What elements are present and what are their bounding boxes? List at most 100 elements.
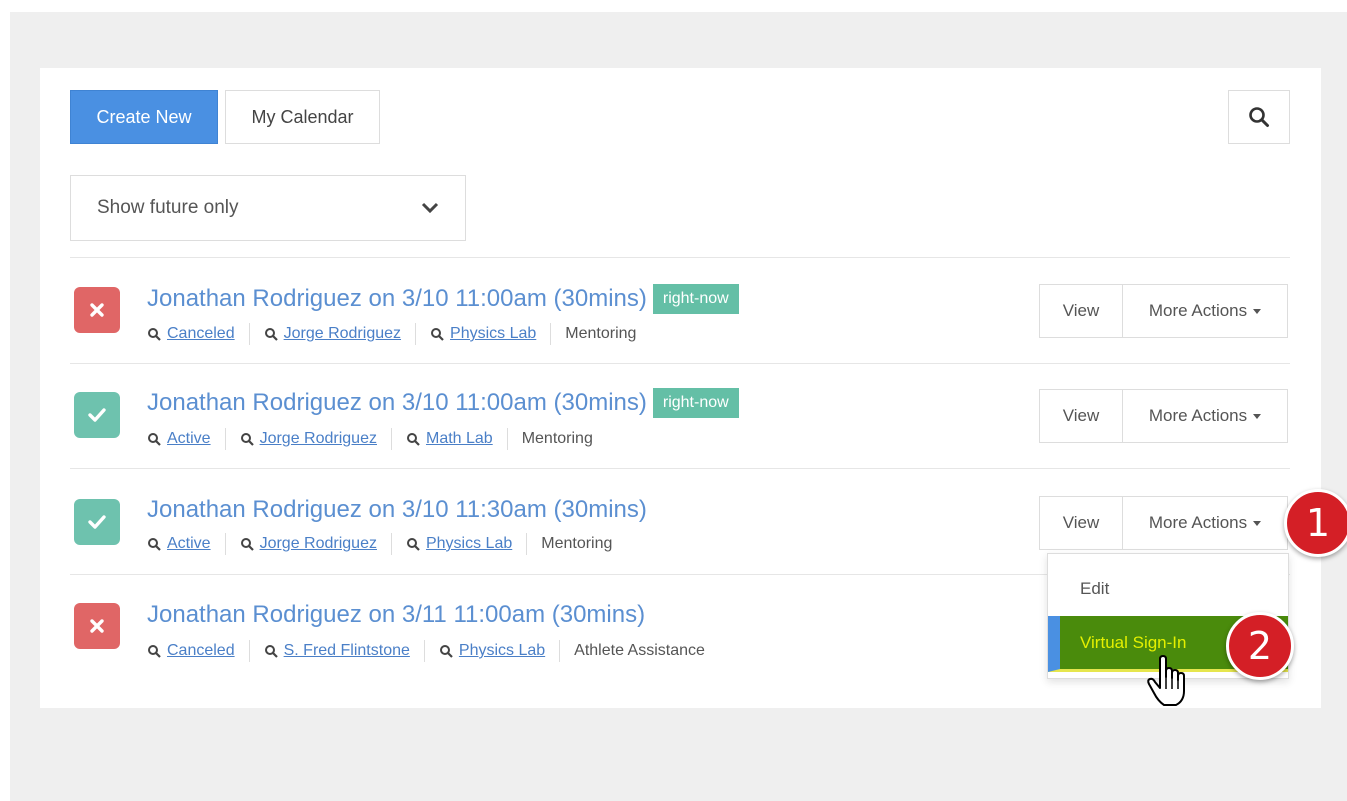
search-icon — [148, 328, 161, 341]
search-icon — [439, 645, 453, 658]
appointment-meta: Canceled Jorge Rodriguez Physics Lab Men… — [147, 323, 636, 345]
search-icon — [148, 433, 161, 446]
status-link[interactable]: Active — [167, 535, 211, 553]
person-filter[interactable]: S. Fred Flintstone — [264, 642, 410, 660]
view-button[interactable]: View — [1039, 284, 1123, 338]
more-actions-button[interactable]: More Actions — [1123, 284, 1288, 338]
separator — [390, 428, 392, 450]
separator — [550, 323, 552, 345]
search-icon — [264, 645, 278, 658]
search-icon — [264, 328, 278, 341]
appointment-title-text[interactable]: Jonathan Rodriguez on 3/10 11:00am (30mi… — [147, 389, 647, 417]
person-link[interactable]: Jorge Rodriguez — [260, 535, 377, 553]
appointment-type: Mentoring — [521, 430, 593, 447]
search-icon — [1249, 107, 1269, 127]
menu-item-edit[interactable]: Edit — [1080, 579, 1109, 599]
search-button[interactable] — [1228, 90, 1290, 144]
status-filter[interactable]: Active — [147, 430, 211, 448]
separator — [390, 533, 392, 555]
right-now-badge: right-now — [652, 284, 739, 314]
appointment-title-text[interactable]: Jonathan Rodriguez on 3/10 11:30am (30mi… — [147, 496, 647, 524]
time-filter-select[interactable]: Show future only — [70, 175, 466, 241]
view-button[interactable]: View — [1039, 389, 1123, 443]
status-filter[interactable]: Active — [147, 535, 211, 553]
location-filter[interactable]: Physics Lab — [439, 642, 545, 660]
more-actions-label: More Actions — [1148, 301, 1248, 320]
location-link[interactable]: Physics Lab — [426, 535, 512, 553]
location-link[interactable]: Math Lab — [426, 430, 493, 448]
caret-down-icon — [1253, 413, 1262, 419]
appointment-title-text[interactable]: Jonathan Rodriguez on 3/10 11:00am (30mi… — [147, 285, 647, 313]
search-icon — [406, 433, 420, 446]
hand-cursor-icon — [1147, 655, 1185, 706]
location-link[interactable]: Physics Lab — [450, 325, 536, 343]
step-callout-2: 2 — [1226, 612, 1294, 680]
separator — [423, 640, 425, 662]
canceled-status-icon — [74, 287, 120, 333]
appointment-type: Athlete Assistance — [574, 642, 705, 659]
person-link[interactable]: S. Fred Flintstone — [284, 642, 410, 660]
status-link[interactable]: Canceled — [167, 642, 235, 660]
active-status-icon — [74, 392, 120, 438]
canceled-status-icon — [74, 603, 120, 649]
location-filter[interactable]: Physics Lab — [406, 535, 512, 553]
caret-down-icon — [1253, 520, 1262, 526]
row-actions: View More Actions — [1039, 389, 1288, 443]
my-calendar-button[interactable]: My Calendar — [225, 90, 380, 144]
person-filter[interactable]: Jorge Rodriguez — [240, 535, 377, 553]
appointment-title[interactable]: Jonathan Rodriguez on 3/11 11:00am (30mi… — [147, 601, 645, 629]
status-link[interactable]: Active — [167, 430, 211, 448]
person-filter[interactable]: Jorge Rodriguez — [240, 430, 377, 448]
more-actions-button[interactable]: More Actions — [1123, 389, 1288, 443]
more-actions-button[interactable]: More Actions — [1123, 496, 1288, 550]
appointment-meta: Active Jorge Rodriguez Math Lab Mentorin… — [147, 428, 593, 450]
status-filter[interactable]: Canceled — [147, 642, 235, 660]
location-filter[interactable]: Physics Lab — [430, 325, 536, 343]
row-actions: View More Actions — [1039, 284, 1288, 338]
step-callout-1: 1 — [1284, 489, 1347, 557]
appointment-meta: Active Jorge Rodriguez Physics Lab Mento… — [147, 533, 612, 555]
x-icon — [90, 303, 104, 317]
location-link[interactable]: Physics Lab — [459, 642, 545, 660]
search-icon — [148, 645, 161, 658]
appointment-type: Mentoring — [565, 325, 637, 342]
appointment-row: Jonathan Rodriguez on 3/10 11:00am (30mi… — [70, 258, 1290, 362]
search-icon — [240, 433, 254, 446]
check-icon — [88, 408, 106, 422]
separator — [248, 640, 250, 662]
appointment-type: Mentoring — [541, 535, 613, 552]
row-actions: View More Actions — [1039, 496, 1288, 550]
x-icon — [90, 619, 104, 633]
separator — [559, 640, 561, 662]
right-now-badge: right-now — [652, 388, 739, 418]
separator — [415, 323, 417, 345]
appointment-meta: Canceled S. Fred Flintstone Physics Lab … — [147, 640, 705, 662]
check-icon — [88, 515, 106, 529]
search-icon — [240, 538, 254, 551]
search-icon — [406, 538, 420, 551]
time-filter-value: Show future only — [97, 197, 239, 218]
search-icon — [148, 538, 161, 551]
appointment-title[interactable]: Jonathan Rodriguez on 3/10 11:30am (30mi… — [147, 496, 647, 524]
create-new-button[interactable]: Create New — [70, 90, 218, 144]
appointment-title[interactable]: Jonathan Rodriguez on 3/10 11:00am (30mi… — [147, 388, 739, 418]
chevron-down-icon — [421, 202, 439, 214]
separator — [526, 533, 528, 555]
more-actions-label: More Actions — [1148, 406, 1248, 425]
separator — [224, 428, 226, 450]
caret-down-icon — [1253, 308, 1262, 314]
status-filter[interactable]: Canceled — [147, 325, 235, 343]
separator — [248, 323, 250, 345]
appointment-title[interactable]: Jonathan Rodriguez on 3/10 11:00am (30mi… — [147, 284, 739, 314]
status-link[interactable]: Canceled — [167, 325, 235, 343]
person-link[interactable]: Jorge Rodriguez — [260, 430, 377, 448]
appointment-title-text[interactable]: Jonathan Rodriguez on 3/11 11:00am (30mi… — [147, 601, 645, 629]
appointment-row: Jonathan Rodriguez on 3/10 11:00am (30mi… — [70, 364, 1290, 468]
location-filter[interactable]: Math Lab — [406, 430, 493, 448]
separator — [224, 533, 226, 555]
person-filter[interactable]: Jorge Rodriguez — [264, 325, 401, 343]
person-link[interactable]: Jorge Rodriguez — [284, 325, 401, 343]
more-actions-label: More Actions — [1148, 513, 1248, 532]
view-button[interactable]: View — [1039, 496, 1123, 550]
separator — [506, 428, 508, 450]
